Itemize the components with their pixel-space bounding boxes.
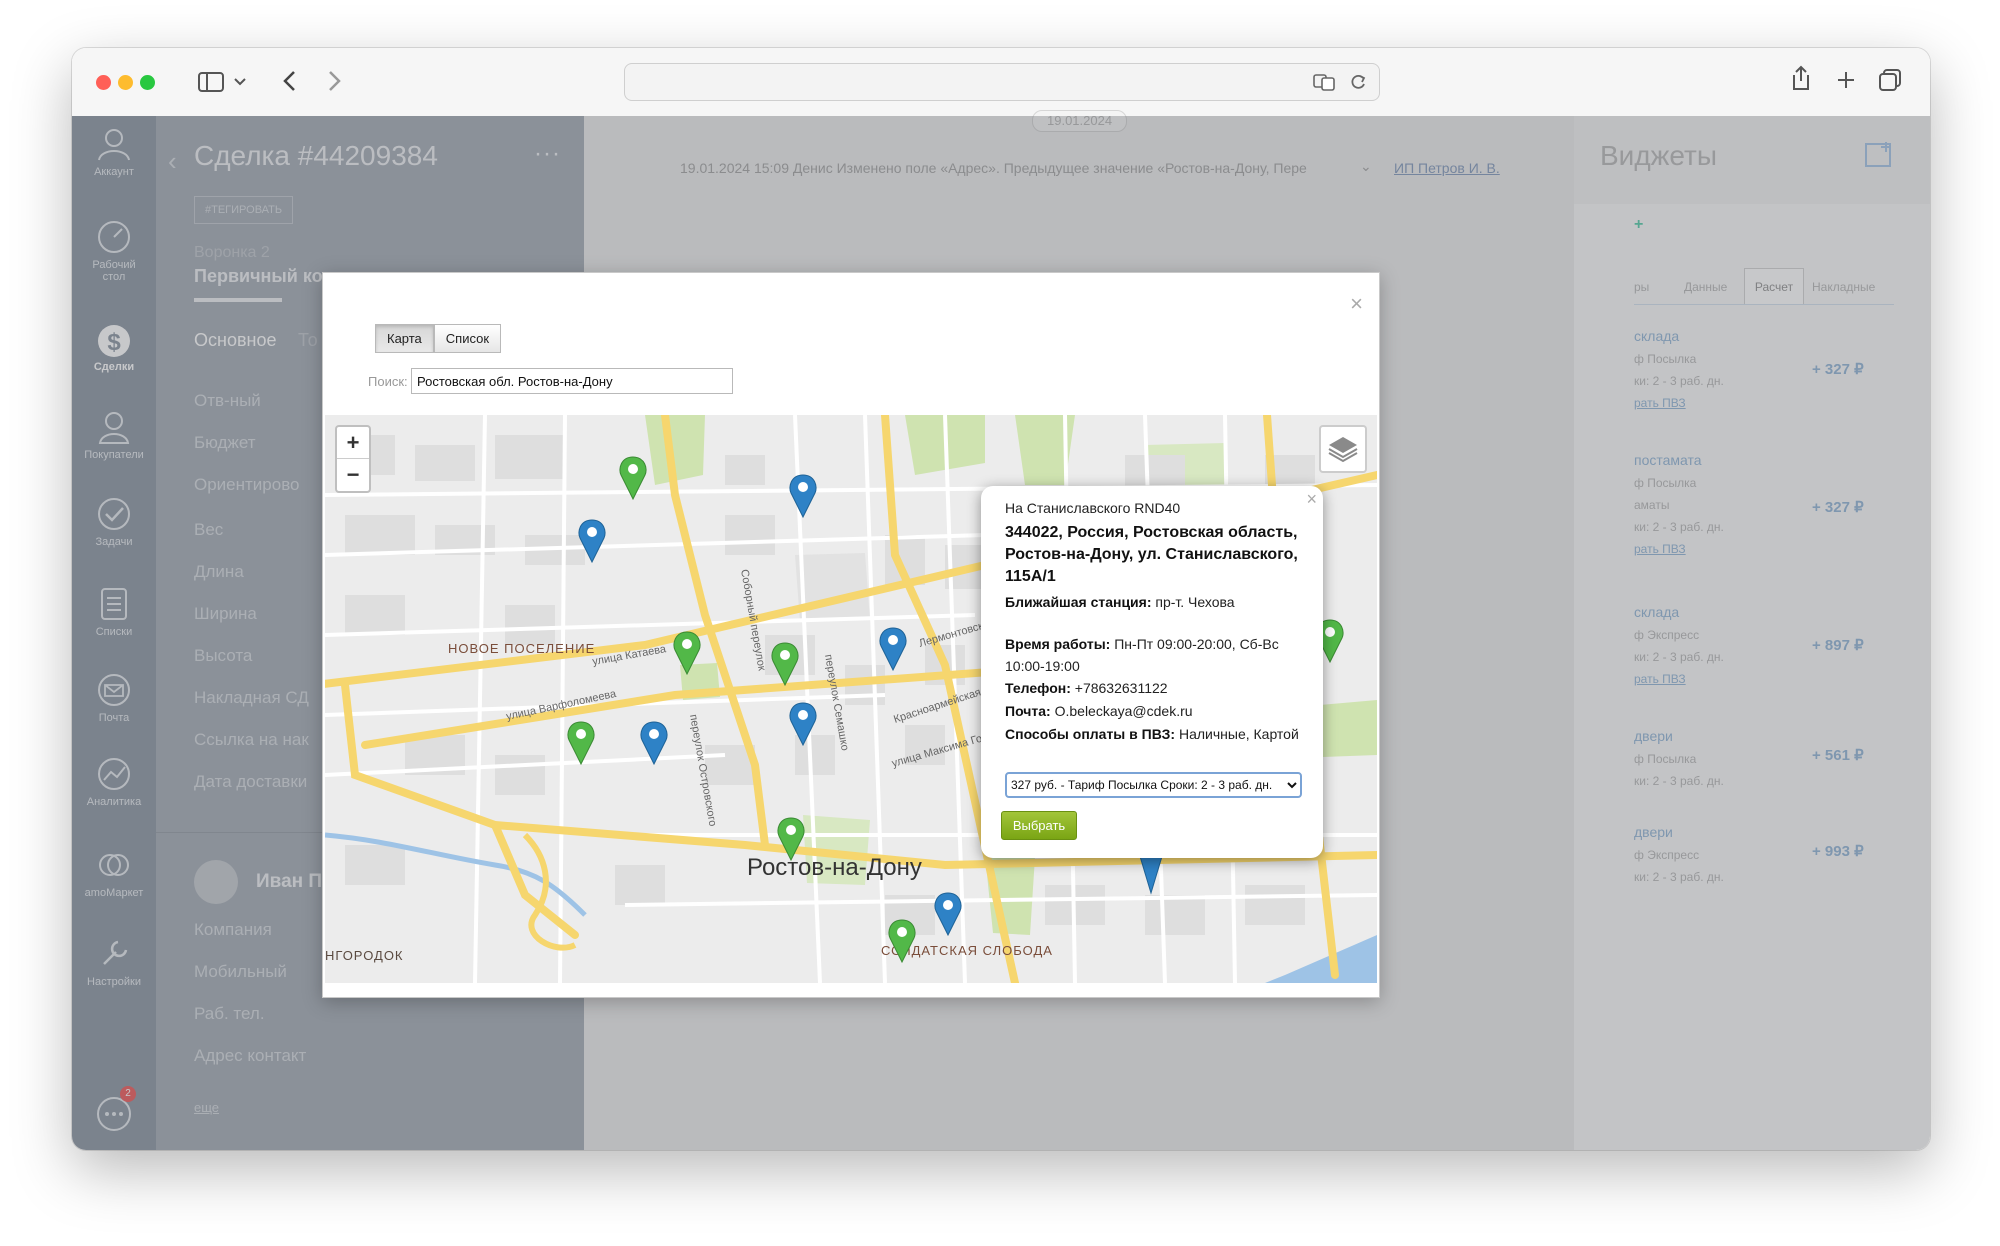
popup-close-icon[interactable]: × [1306, 488, 1317, 510]
district-label-3: НГОРОДОК [325, 948, 404, 963]
tabs-overview-icon[interactable] [1878, 68, 1902, 92]
tab-map[interactable]: Карта [375, 324, 434, 353]
phone-label: Телефон: [1005, 680, 1071, 696]
close-icon[interactable]: × [1350, 293, 1363, 315]
sidebar-toggle-icon[interactable] [198, 72, 224, 92]
city-label: Ростов-на-Дону [747, 854, 922, 881]
tab-list[interactable]: Список [433, 324, 502, 353]
search-label: Поиск: [368, 374, 408, 389]
share-icon[interactable] [1790, 64, 1812, 92]
point-mail: Почта: O.beleckaya@cdek.ru [1005, 700, 1305, 722]
station-label: Ближайшая станция: [1005, 594, 1152, 610]
crm-app: Аккаунт Рабочий стол $ Сделки Покупатели… [72, 110, 1930, 1150]
browser-window: Аккаунт Рабочий стол $ Сделки Покупатели… [72, 48, 1930, 1150]
payment-value: Наличные, Картой [1178, 726, 1299, 742]
phone-value: +78632631122 [1074, 680, 1168, 696]
pickup-point-popup: × На Станиславского RND40 344022, Россия… [981, 486, 1323, 858]
map[interactable]: Соборный переулок переулок Семашко переу… [325, 415, 1377, 983]
point-phone: Телефон: +78632631122 [1005, 677, 1305, 699]
translate-icon[interactable] [1313, 73, 1335, 91]
zoom-control: + − [335, 425, 371, 493]
layers-icon [1328, 437, 1358, 463]
choose-button[interactable]: Выбрать [1001, 811, 1077, 840]
close-window-button[interactable] [96, 75, 111, 90]
tariff-select[interactable]: 327 руб. - Тариф Посылка Сроки: 2 - 3 ра… [1005, 772, 1302, 798]
reload-icon[interactable] [1349, 73, 1367, 91]
mail-value: O.beleckaya@cdek.ru [1054, 703, 1193, 719]
station-value: пр-т. Чехова [1155, 594, 1235, 610]
point-address: 344022, Россия, Ростовская область, Рост… [1005, 524, 1298, 585]
forward-icon[interactable] [328, 70, 342, 92]
point-name: На Станиславского RND40 [1005, 500, 1181, 516]
address-bar[interactable] [624, 63, 1380, 101]
search-input[interactable] [411, 368, 733, 394]
view-tabs: Карта Список [375, 324, 502, 353]
new-tab-icon[interactable] [1836, 70, 1856, 90]
point-payment: Способы оплаты в ПВЗ: Наличные, Картой [1005, 723, 1305, 745]
zoom-out-button[interactable]: − [337, 459, 369, 490]
district-label-1: НОВОЕ ПОСЕЛЕНИЕ [448, 641, 595, 656]
hours-label: Время работы: [1005, 636, 1111, 652]
minimize-window-button[interactable] [118, 75, 133, 90]
payment-label: Способы оплаты в ПВЗ: [1005, 726, 1176, 742]
pickup-point-modal: × Карта Список Поиск: Ростовская обл. Ро… [322, 272, 1380, 998]
mail-label: Почта: [1005, 703, 1051, 719]
zoom-in-button[interactable]: + [337, 427, 369, 459]
browser-toolbar [72, 48, 1930, 117]
chevron-down-icon[interactable] [234, 78, 246, 86]
layers-button[interactable] [1319, 425, 1367, 473]
maximize-window-button[interactable] [140, 75, 155, 90]
point-hours: Время работы: Пн-Пт 09:00-20:00, Сб-Вс 1… [1005, 633, 1305, 677]
point-station: Ближайшая станция: пр-т. Чехова [1005, 591, 1305, 613]
back-icon[interactable] [282, 70, 296, 92]
